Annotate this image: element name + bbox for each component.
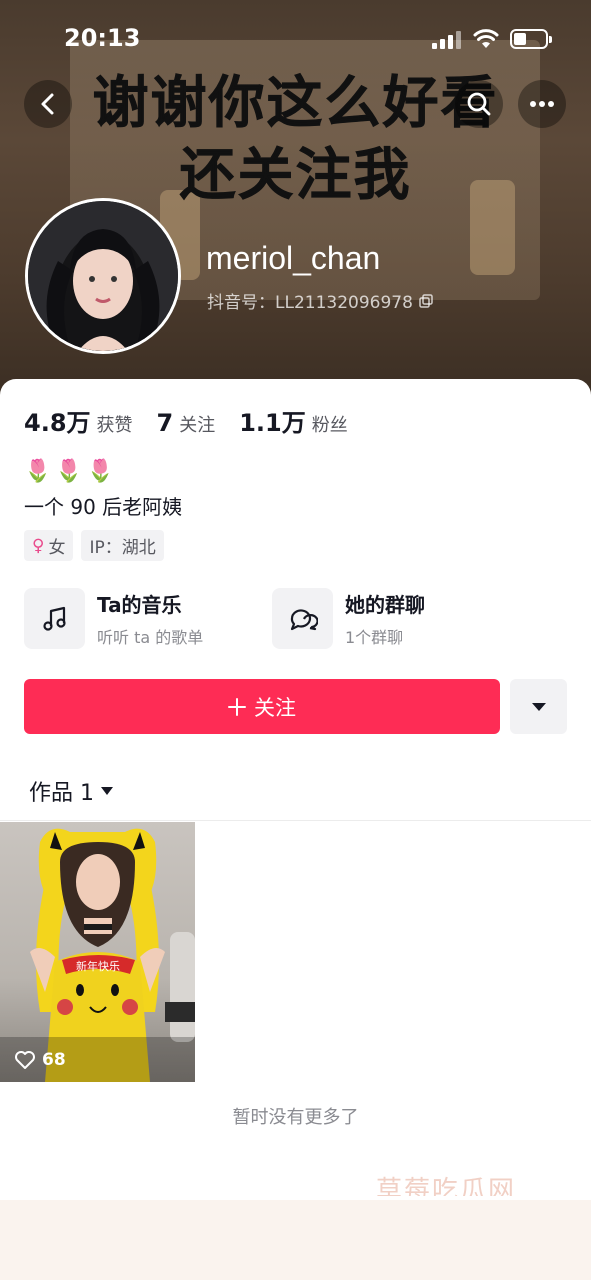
tab-works[interactable]: 作品 1: [29, 775, 114, 807]
group-title: 她的群聊: [345, 593, 425, 617]
music-entry[interactable]: Ta的音乐 听听 ta 的歌单: [24, 588, 203, 649]
heart-icon: [15, 1051, 35, 1069]
chat-bubbles-icon: [290, 608, 318, 630]
more-button[interactable]: [518, 80, 566, 128]
video-likes: 68: [14, 1050, 66, 1070]
douyin-id-text: 抖音号：LL21132096978: [207, 293, 413, 313]
avatar[interactable]: [25, 198, 181, 354]
username: meriol_chan: [206, 240, 381, 276]
video-caption: 新年快乐: [76, 959, 120, 973]
no-more-text: 暂时没有更多了: [232, 1107, 359, 1128]
group-icon-box: [272, 588, 333, 649]
stat-value: 4.8万: [24, 409, 91, 437]
stat-following[interactable]: 7 关注: [157, 409, 216, 437]
watermark: 草莓吃瓜网: [376, 1176, 517, 1196]
copy-icon[interactable]: [419, 293, 433, 308]
more-horizontal-icon: [530, 101, 554, 107]
stat-label: 关注: [179, 415, 216, 436]
music-icon-box: [24, 588, 85, 649]
group-subtitle: 1个群聊: [345, 628, 404, 647]
ip-label: IP：湖北: [89, 538, 156, 558]
stat-value: 7: [156, 409, 174, 437]
stat-label: 粉丝: [311, 415, 348, 436]
bio-text: 一个 90 后老阿姨: [24, 495, 183, 519]
triangle-down-icon: [531, 702, 546, 711]
chevron-left-icon: [41, 93, 54, 115]
follow-button[interactable]: 关注: [24, 679, 500, 734]
works-tab-label: 作品 1: [29, 781, 94, 806]
stat-followers[interactable]: 1.1万 粉丝: [239, 403, 348, 438]
gender-label: 女: [48, 538, 66, 558]
stat-label: 获赞: [96, 415, 133, 436]
music-title: Ta的音乐: [97, 593, 182, 617]
tab-divider: [0, 820, 591, 821]
battery-icon: [510, 29, 552, 49]
status-time: 20:13: [64, 24, 141, 52]
search-button[interactable]: [455, 80, 503, 128]
recommend-dropdown-button[interactable]: [510, 679, 567, 734]
group-chat-entry[interactable]: 她的群聊 1个群聊: [272, 588, 425, 649]
caret-down-icon: [101, 787, 113, 795]
stats-row: 4.8万 获赞 7 关注 1.1万 粉丝: [24, 403, 372, 438]
bio-emojis: 🌷🌷🌷: [24, 459, 119, 484]
gender-tag: ♀ 女: [24, 530, 74, 561]
douyin-id[interactable]: 抖音号：LL21132096978: [207, 288, 433, 313]
profile-card: 4.8万 获赞 7 关注 1.1万 粉丝 🌷🌷🌷 一个 90 后老阿姨 ♀ 女 …: [0, 379, 591, 1280]
video-likes-count: 68: [42, 1050, 66, 1070]
music-note-icon: [42, 606, 66, 631]
back-button[interactable]: [24, 80, 72, 128]
stat-value: 1.1万: [239, 409, 306, 437]
stat-likes[interactable]: 4.8万 获赞: [24, 403, 133, 438]
search-icon: [467, 92, 491, 116]
female-icon: ♀: [32, 535, 45, 556]
profile-tags: ♀ 女 IP：湖北: [24, 530, 164, 561]
follow-label: 关注: [254, 695, 296, 720]
signal-icon: [432, 31, 462, 49]
avatar-photo: [28, 201, 178, 351]
music-subtitle: 听听 ta 的歌单: [97, 628, 204, 647]
wifi-icon: [473, 29, 499, 48]
bottom-band: [0, 1200, 591, 1280]
plus-icon: [228, 697, 246, 716]
ip-tag: IP：湖北: [81, 530, 164, 561]
video-thumbnail[interactable]: 新年快乐 68: [0, 822, 195, 1082]
status-bar: 20:13: [0, 0, 591, 70]
video-cover-image: 新年快乐: [0, 828, 195, 1082]
